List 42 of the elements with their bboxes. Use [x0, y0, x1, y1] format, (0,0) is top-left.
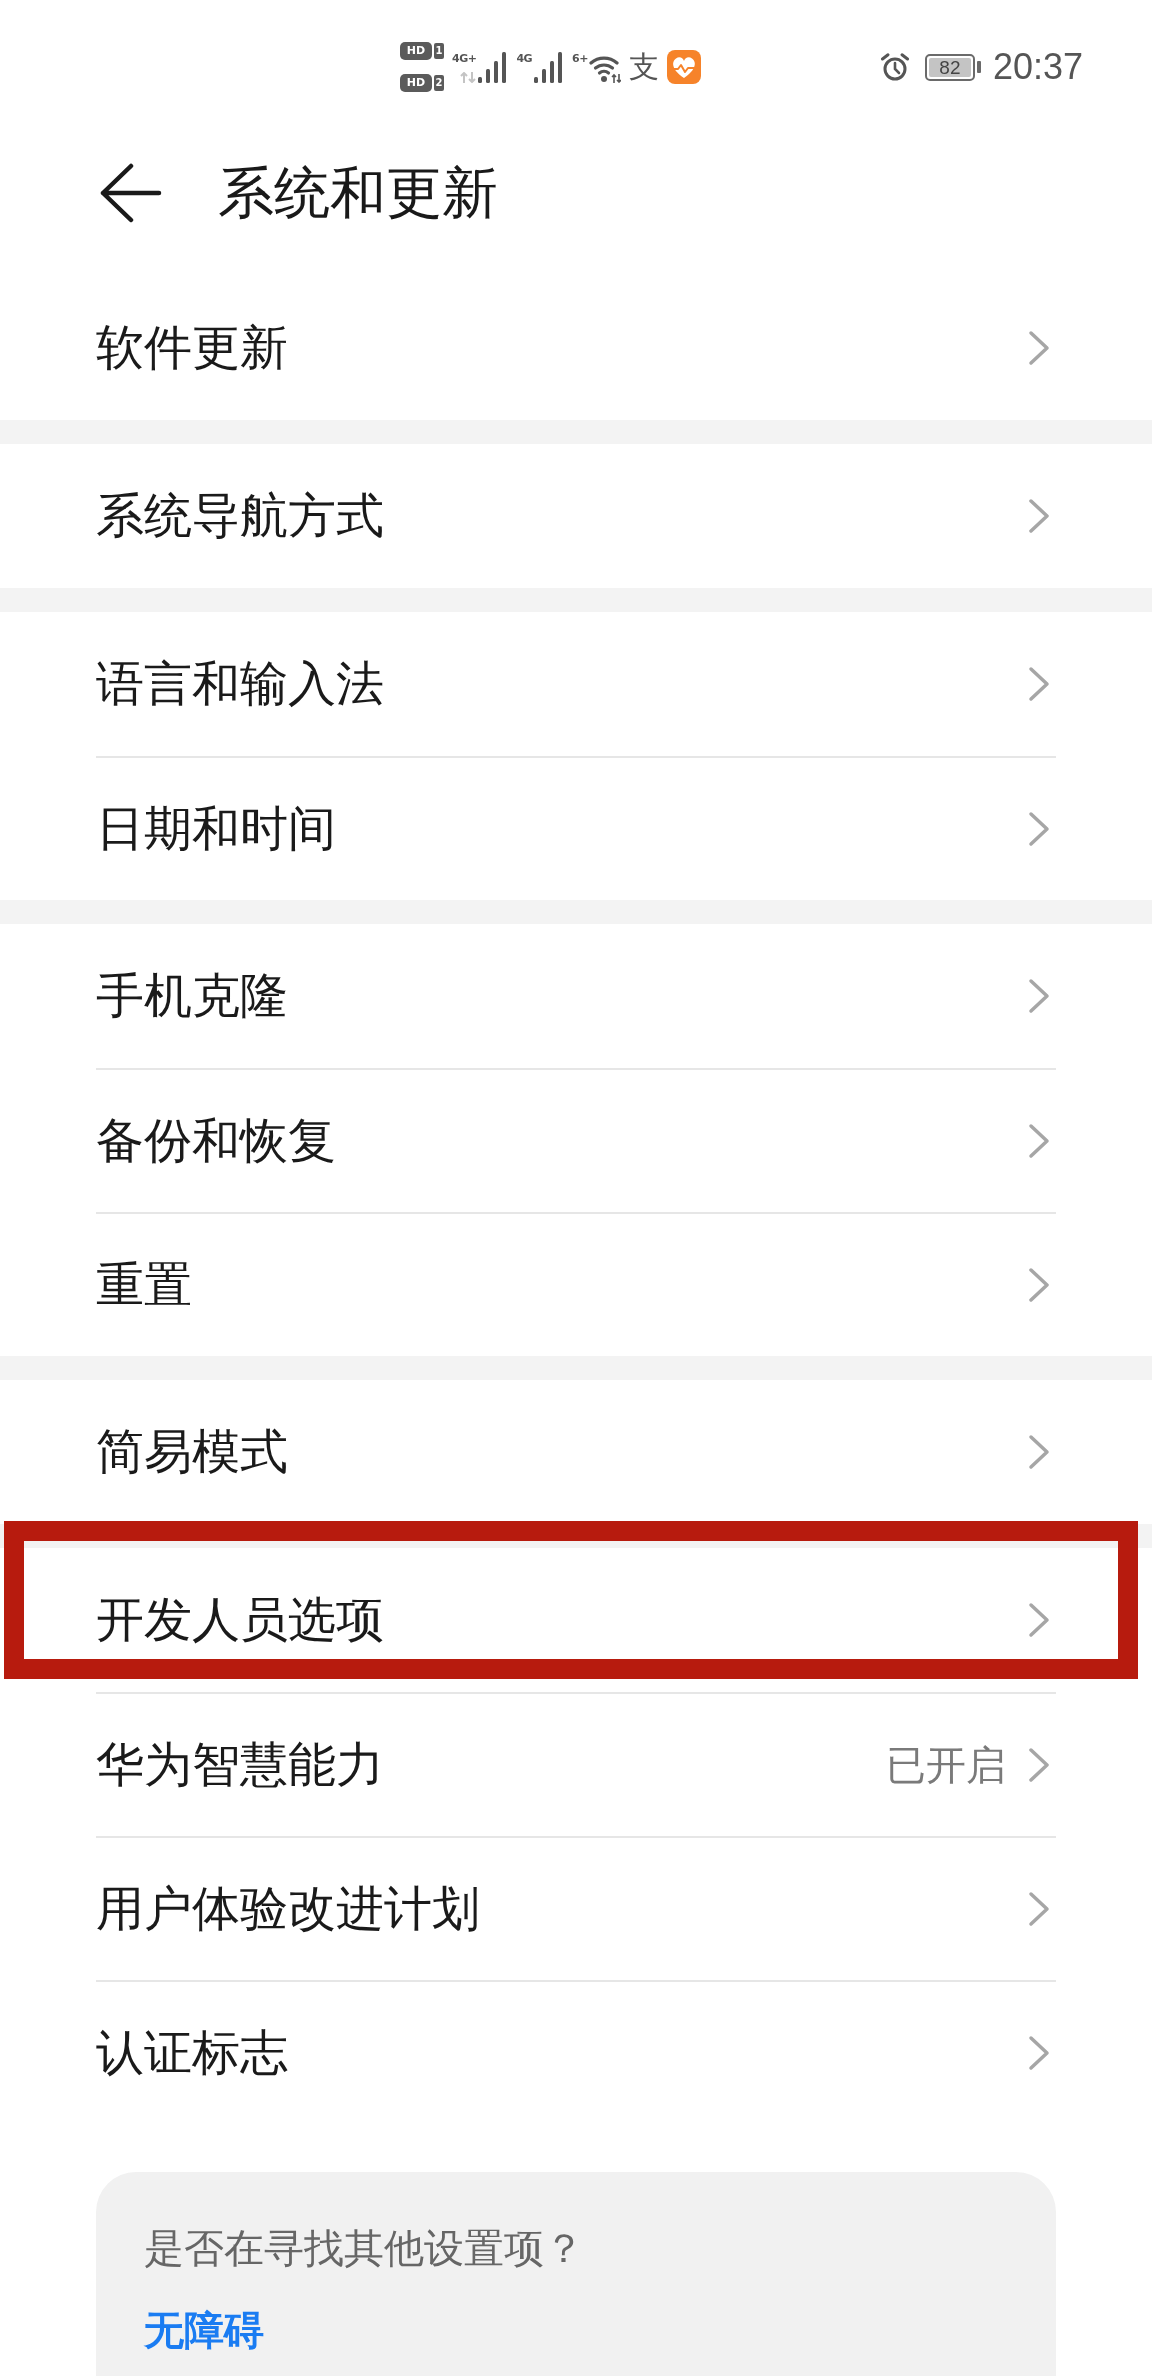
chevron-right-icon [1028, 2035, 1050, 2071]
signal-icon [534, 51, 563, 83]
heart-app-icon [666, 50, 701, 84]
network-type-label: 4G [516, 51, 533, 66]
accessibility-link[interactable]: 无障碍 [144, 2302, 264, 2358]
page-title: 系统和更新 [218, 159, 498, 227]
settings-item[interactable]: 手机克隆 [96, 924, 1056, 1068]
settings-item[interactable]: 系统导航方式 [96, 444, 1056, 588]
suggestion-prompt: 是否在寻找其他设置项？ [144, 2224, 584, 2273]
back-icon [100, 163, 162, 223]
sim-slot-number: 2 [434, 75, 444, 91]
chevron-right-icon [1028, 498, 1050, 534]
chevron-right-icon [1028, 666, 1050, 702]
settings-item[interactable]: 软件更新 [96, 276, 1056, 420]
hd-indicator: HD [400, 74, 432, 92]
hd-indicator: HD [400, 42, 432, 60]
chevron-right-icon [1028, 978, 1050, 1014]
chevron-right-icon [1028, 330, 1050, 366]
battery-indicator: 82 [924, 53, 981, 81]
chevron-right-icon [1028, 1267, 1050, 1303]
settings-item[interactable]: 简易模式 [96, 1380, 1056, 1524]
chevron-right-icon [1028, 1434, 1050, 1470]
settings-item[interactable]: 用户体验改进计划 [96, 1836, 1056, 1980]
sim-slot-number: 1 [434, 43, 444, 59]
notification-icon: 支 [628, 50, 659, 84]
clock-time: 20:37 [992, 47, 1083, 87]
chevron-right-icon [1028, 1747, 1050, 1783]
settings-item[interactable]: 语言和输入法 [96, 612, 1056, 756]
settings-item[interactable]: 华为智慧能力 已开启 [96, 1692, 1056, 1836]
alarm-clock-icon [879, 53, 910, 81]
chevron-right-icon [1028, 1123, 1050, 1159]
back-button[interactable] [100, 163, 162, 223]
network-type-label: 4G+ [452, 51, 477, 66]
wifi-standard-label: 6+ [572, 51, 588, 66]
signal-icon [478, 51, 507, 83]
settings-item[interactable]: 备份和恢复 [96, 1068, 1056, 1212]
settings-item[interactable]: 开发人员选项 [96, 1548, 1056, 1692]
chevron-right-icon [1028, 1891, 1050, 1927]
settings-item[interactable]: 认证标志 [96, 1980, 1056, 2124]
chevron-right-icon [1028, 811, 1050, 847]
status-value: 已开启 [886, 1740, 1006, 1790]
chevron-right-icon [1028, 1602, 1050, 1638]
